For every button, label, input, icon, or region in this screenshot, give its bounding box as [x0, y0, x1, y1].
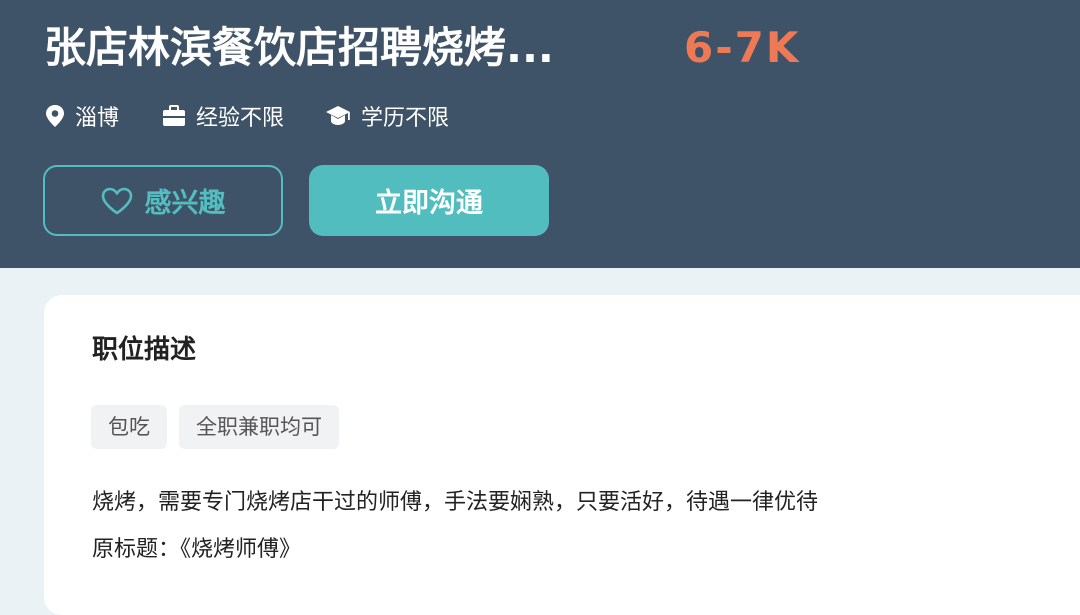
- interest-label: 感兴趣: [144, 188, 226, 219]
- tag-meals: 包吃: [91, 405, 167, 449]
- location-pin-icon: [45, 104, 65, 128]
- chat-now-label: 立即沟通: [375, 188, 483, 219]
- experience-text: 经验不限: [196, 106, 285, 131]
- experience-meta: 经验不限: [162, 101, 284, 131]
- chat-now-button[interactable]: 立即沟通: [309, 165, 549, 236]
- heart-icon: [101, 187, 133, 215]
- location-meta: 淄博: [45, 101, 119, 131]
- tag-job-type: 全职兼职均可: [179, 405, 339, 449]
- description-text: 烧烤，需要专门烧烤店干过的师傅，手法要娴熟，只要活好，待遇一律优待: [92, 490, 819, 515]
- education-text: 学历不限: [361, 106, 450, 131]
- education-meta: 学历不限: [325, 101, 449, 131]
- original-title-text: 原标题：《烧烤师傅》: [92, 537, 302, 562]
- job-description-card: 职位描述 包吃 全职兼职均可 烧烤，需要专门烧烤店干过的师傅，手法要娴熟，只要活…: [44, 295, 1080, 615]
- job-header: 张店林滨餐饮店招聘烧烤... 6-7K 淄博 经验不限 学历不限 感兴趣 立即沟…: [0, 0, 1080, 268]
- graduation-cap-icon: [325, 105, 351, 127]
- interest-button[interactable]: 感兴趣: [43, 165, 283, 236]
- job-title: 张店林滨餐饮店招聘烧烤...: [44, 23, 554, 72]
- section-title: 职位描述: [92, 335, 197, 365]
- tag-list: 包吃 全职兼职均可: [91, 405, 351, 449]
- salary: 6-7K: [684, 23, 801, 72]
- briefcase-icon: [162, 105, 186, 127]
- location-text: 淄博: [75, 106, 120, 131]
